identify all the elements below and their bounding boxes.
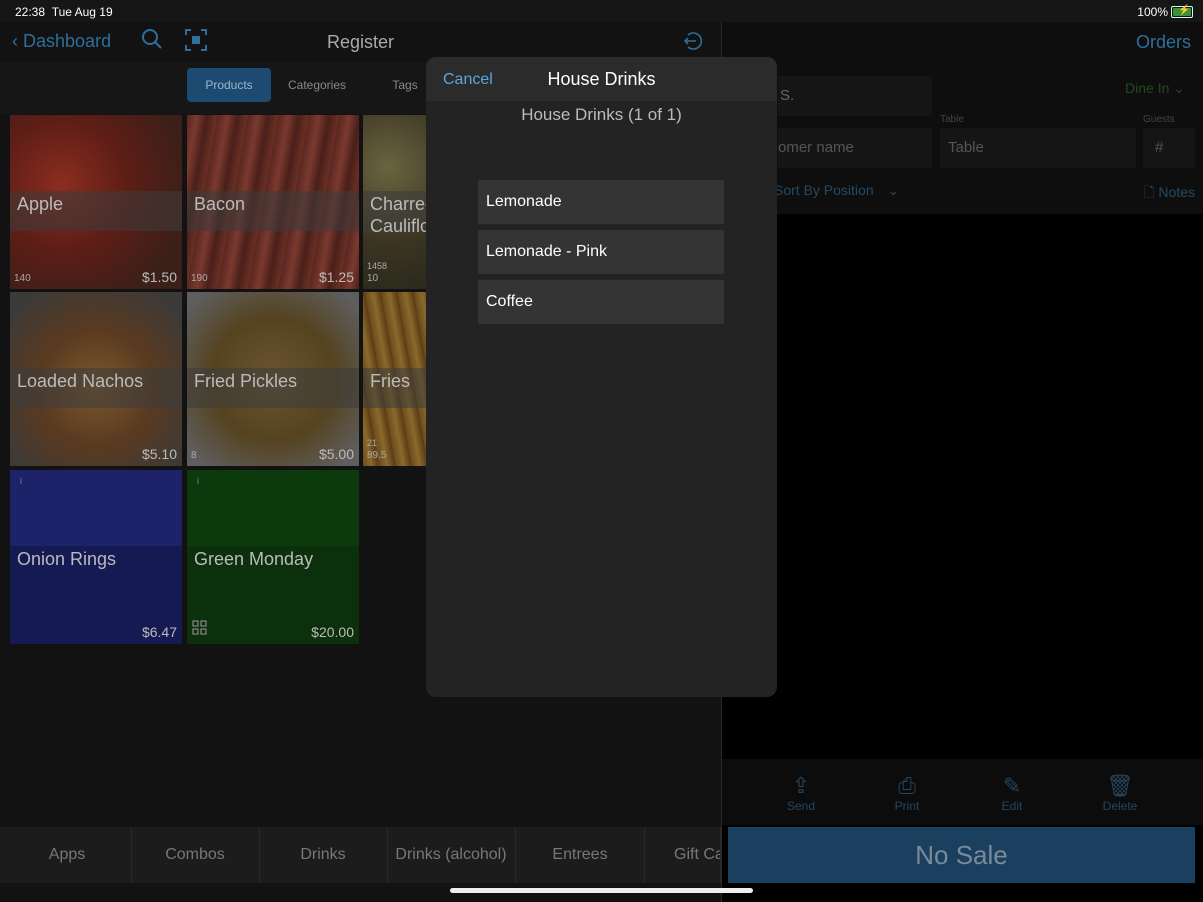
info-icon: i bbox=[20, 476, 22, 486]
modal-header: Cancel House Drinks bbox=[426, 57, 777, 101]
grid-icon bbox=[192, 620, 207, 640]
battery-percent: 100% bbox=[1137, 5, 1168, 19]
tab-entrees[interactable]: Entrees bbox=[516, 827, 645, 883]
status-time: 22:38 Tue Aug 19 bbox=[15, 5, 113, 19]
product-tile-apple[interactable]: Apple 140 $1.50 bbox=[10, 115, 182, 289]
product-tile-bacon[interactable]: Bacon 190 $1.25 bbox=[187, 115, 359, 289]
trash-icon: 🗑 bbox=[1106, 773, 1134, 798]
document-icon: 🗋 bbox=[1143, 184, 1155, 200]
order-pane: Orders Dine In ⌄ S. Table Guests omer na… bbox=[722, 22, 1203, 902]
product-count: 8 bbox=[191, 450, 197, 461]
no-sale-button[interactable]: No Sale bbox=[728, 827, 1195, 883]
product-tile-loaded-nachos[interactable]: Loaded Nachos $5.10 bbox=[10, 292, 182, 466]
guests-label: Guests bbox=[1143, 114, 1175, 125]
print-button[interactable]: ⎙ Print bbox=[877, 773, 937, 813]
guests-field[interactable]: # bbox=[1143, 128, 1195, 168]
product-price: $5.10 bbox=[141, 446, 177, 462]
table-field[interactable]: Table bbox=[940, 128, 1136, 168]
battery-icon: ⚡ bbox=[1171, 5, 1193, 18]
option-lemonade-pink[interactable]: Lemonade - Pink bbox=[478, 230, 724, 274]
dine-in-select[interactable]: Dine In ⌄ bbox=[1125, 80, 1185, 97]
modal-title: House Drinks bbox=[547, 69, 656, 89]
orders-button[interactable]: Orders bbox=[1136, 32, 1191, 53]
product-price: $1.25 bbox=[318, 269, 354, 285]
modal-subtitle: House Drinks (1 of 1) bbox=[521, 105, 682, 124]
segment-categories[interactable]: Categories bbox=[275, 68, 359, 102]
edit-button[interactable]: ✎ Edit bbox=[982, 773, 1042, 813]
segment-products[interactable]: Products bbox=[187, 68, 271, 102]
delete-button[interactable]: 🗑 Delete bbox=[1090, 773, 1150, 813]
tab-gift-cards[interactable]: Gift Ca bbox=[644, 827, 721, 883]
tab-drinks-alcohol[interactable]: Drinks (alcohol) bbox=[387, 827, 516, 883]
house-drinks-modal: Cancel House Drinks House Drinks (1 of 1… bbox=[426, 57, 777, 697]
product-tile-charred-cauliflower[interactable]: Charred Cauliflo 1458 10 bbox=[363, 115, 426, 289]
register-navbar: ‹ Dashboard Register bbox=[0, 22, 721, 62]
customer-name-field[interactable]: omer name bbox=[778, 128, 932, 168]
product-tile-fried-pickles[interactable]: Fried Pickles 8 $5.00 bbox=[187, 292, 359, 466]
logout-icon[interactable] bbox=[682, 30, 704, 58]
product-count: 10 bbox=[367, 273, 379, 284]
printer-icon: ⎙ bbox=[898, 773, 916, 798]
product-name: Apple bbox=[17, 194, 64, 214]
pencil-icon: ✎ bbox=[1002, 773, 1022, 798]
product-name: Onion Rings bbox=[17, 549, 117, 569]
product-stock: 1458 bbox=[367, 261, 388, 271]
option-coffee[interactable]: Coffee bbox=[478, 280, 724, 324]
status-bar: 22:38 Tue Aug 19 100% ⚡ bbox=[0, 0, 1203, 22]
send-button[interactable]: ⇪ Send bbox=[771, 773, 831, 813]
tab-drinks[interactable]: Drinks bbox=[259, 827, 388, 883]
product-stock: 21 bbox=[367, 438, 378, 448]
page-title: Register bbox=[326, 32, 395, 52]
product-name: Fried Pickles bbox=[194, 371, 298, 391]
product-name: Green Monday bbox=[194, 549, 314, 569]
sort-select[interactable]: Sort By Position ⌄ bbox=[774, 182, 899, 199]
product-name: Charred Cauliflo bbox=[370, 194, 426, 236]
product-price: $5.00 bbox=[318, 446, 354, 462]
product-name: Fries bbox=[370, 371, 410, 391]
notes-button[interactable]: 🗋 Notes bbox=[1143, 182, 1195, 206]
product-count: 140 bbox=[14, 273, 31, 284]
home-indicator[interactable] bbox=[450, 888, 753, 893]
product-price: $6.47 bbox=[141, 624, 177, 640]
table-label: Table bbox=[940, 114, 964, 125]
category-tab-bar: Apps Combos Drinks Drinks (alcohol) Entr… bbox=[0, 827, 721, 883]
send-icon: ⇪ bbox=[791, 773, 811, 798]
server-field[interactable]: S. bbox=[778, 76, 932, 116]
chevron-down-icon: ⌄ bbox=[1173, 80, 1185, 96]
option-lemonade[interactable]: Lemonade bbox=[478, 180, 724, 224]
tab-combos[interactable]: Combos bbox=[131, 827, 260, 883]
product-name: Bacon bbox=[194, 194, 246, 214]
product-count: 190 bbox=[191, 273, 208, 284]
tab-apps[interactable]: Apps bbox=[3, 827, 132, 883]
info-icon: i bbox=[197, 476, 199, 486]
product-tile-onion-rings[interactable]: i Onion Rings $6.47 bbox=[10, 470, 182, 644]
product-count: 89.5 bbox=[367, 450, 387, 461]
chevron-down-icon: ⌄ bbox=[887, 182, 900, 198]
product-tile-green-monday[interactable]: i Green Monday $20.00 bbox=[187, 470, 359, 644]
order-actions: ⇪ Send ⎙ Print ✎ Edit 🗑 Delete bbox=[722, 759, 1203, 825]
product-tile-fries[interactable]: Fries 21 89.5 bbox=[363, 292, 426, 466]
product-price: $1.50 bbox=[141, 269, 177, 285]
product-price: $20.00 bbox=[311, 624, 354, 640]
product-name: Loaded Nachos bbox=[17, 371, 144, 391]
